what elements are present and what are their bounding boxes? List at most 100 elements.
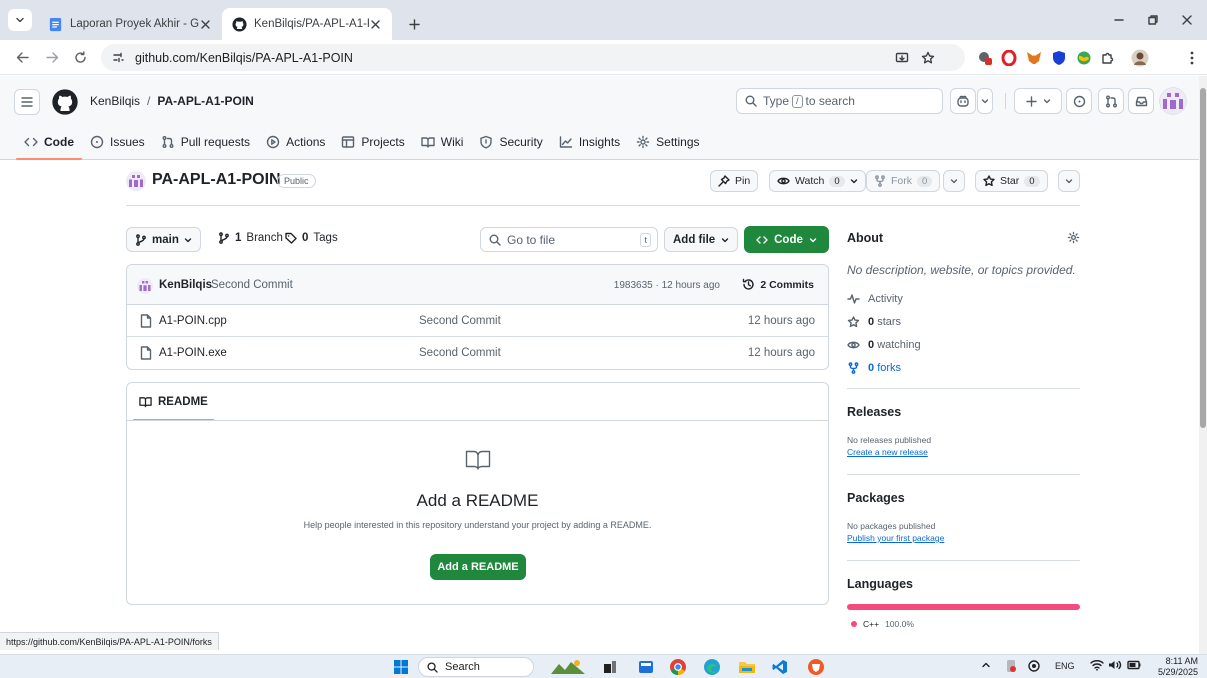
tab-code[interactable]: Code [16, 130, 82, 160]
extensions-puzzle-icon[interactable] [1098, 49, 1116, 67]
author-avatar[interactable] [137, 278, 153, 294]
tags-link[interactable]: 0 Tags [285, 232, 338, 244]
hamburger-menu-icon[interactable] [14, 89, 40, 115]
address-bar[interactable]: github.com/KenBilqis/PA-APL-A1-POIN [101, 44, 965, 71]
tab-actions[interactable]: Actions [258, 130, 333, 154]
profile-avatar[interactable] [1131, 49, 1149, 67]
fork-button[interactable]: Fork 0 [866, 170, 941, 192]
clock[interactable]: 8:11 AM 5/29/2025 [1150, 656, 1198, 678]
tab-search-icon[interactable] [8, 9, 32, 31]
tab-pull-requests[interactable]: Pull requests [153, 130, 258, 154]
stars-link[interactable]: 0 stars [847, 316, 901, 328]
add-readme-button[interactable]: Add a README [430, 554, 526, 580]
close-tab-icon[interactable] [199, 16, 212, 32]
packages-heading[interactable]: Packages [847, 491, 905, 505]
forks-link[interactable]: 0 forks [847, 362, 901, 374]
github-logo-icon[interactable] [52, 89, 78, 115]
windows-start-icon[interactable] [392, 658, 410, 676]
watch-button[interactable]: Watch 0 [769, 170, 866, 192]
go-to-file-input[interactable]: Go to file t [480, 227, 658, 252]
tray-app-icon[interactable] [1005, 659, 1017, 673]
commit-meta[interactable]: 1983635 · 12 hours ago [614, 280, 720, 291]
install-app-icon[interactable] [891, 47, 913, 69]
battery-icon[interactable] [1127, 660, 1141, 670]
metamask-icon[interactable] [1025, 49, 1043, 67]
new-tab-button[interactable] [403, 13, 425, 35]
close-window-icon[interactable] [1172, 8, 1202, 32]
repo-link[interactable]: PA-APL-A1-POIN [157, 94, 253, 108]
browser-tab-docs[interactable]: Laporan Proyek Akhir - Google [38, 8, 222, 40]
brave-icon[interactable] [807, 658, 825, 676]
tab-wiki[interactable]: Wiki [413, 130, 472, 154]
commits-link[interactable]: 2 Commits [742, 278, 814, 291]
create-release-link[interactable]: Create a new release [847, 447, 928, 457]
add-file-button[interactable]: Add file [664, 227, 739, 252]
star-dropdown-icon[interactable] [1058, 170, 1080, 192]
restore-icon[interactable] [1138, 8, 1168, 32]
file-explorer-icon[interactable] [738, 658, 756, 676]
readme-tab[interactable]: README [133, 383, 214, 421]
wifi-icon[interactable] [1090, 659, 1104, 671]
edge-icon[interactable] [703, 658, 721, 676]
search-input[interactable]: Type / to search [736, 88, 943, 114]
table-row[interactable]: A1-POIN.exe Second Commit 12 hours ago [127, 337, 828, 369]
site-settings-icon[interactable] [107, 47, 129, 69]
file-commit-message[interactable]: Second Commit [419, 347, 501, 359]
language-indicator[interactable]: ENG [1055, 661, 1075, 671]
minimize-icon[interactable] [1104, 8, 1134, 32]
create-new-button[interactable] [1014, 88, 1062, 114]
gear-icon[interactable] [1067, 231, 1080, 244]
language-item[interactable]: C++ 100.0% [851, 619, 914, 629]
copilot-icon[interactable] [950, 88, 976, 114]
task-view-icon[interactable] [601, 658, 619, 676]
vscode-icon[interactable] [771, 658, 789, 676]
forward-icon[interactable] [40, 45, 64, 69]
repo-name[interactable]: PA-APL-A1-POIN [152, 171, 281, 189]
app-icon[interactable] [637, 658, 655, 676]
table-row[interactable]: A1-POIN.cpp Second Commit 12 hours ago [127, 305, 828, 337]
shield-extension-icon[interactable] [1050, 49, 1068, 67]
watching-link[interactable]: 0 watching [847, 339, 921, 351]
globe-extension-icon[interactable] [1075, 49, 1093, 67]
file-commit-message[interactable]: Second Commit [419, 315, 501, 327]
owner-link[interactable]: KenBilqis [90, 94, 140, 108]
reload-icon[interactable] [68, 45, 92, 69]
opera-icon[interactable] [1000, 49, 1018, 67]
taskbar-search[interactable]: Search [418, 657, 534, 677]
inbox-icon[interactable] [1128, 88, 1154, 114]
menu-kebab-icon[interactable] [1183, 49, 1201, 67]
code-button[interactable]: Code [744, 226, 829, 253]
copilot-chevron-down-icon[interactable] [977, 88, 993, 114]
tab-security[interactable]: Security [471, 130, 550, 154]
user-avatar[interactable] [1159, 87, 1187, 115]
activity-link[interactable]: Activity [847, 293, 903, 305]
branch-select-button[interactable]: main [126, 227, 201, 252]
volume-icon[interactable] [1108, 659, 1122, 671]
extension-icon[interactable] [976, 49, 994, 67]
page-scrollbar[interactable] [1199, 76, 1207, 654]
weather-widget-icon[interactable] [548, 658, 588, 676]
commit-author[interactable]: KenBilqis [159, 279, 212, 291]
pin-button[interactable]: Pin [710, 170, 759, 192]
publish-package-link[interactable]: Publish your first package [847, 533, 944, 543]
bookmark-star-icon[interactable] [917, 47, 939, 69]
tab-settings[interactable]: Settings [628, 130, 707, 154]
tray-cloud-icon[interactable] [1027, 659, 1041, 673]
file-name[interactable]: A1-POIN.cpp [159, 315, 227, 327]
pull-requests-icon[interactable] [1098, 88, 1124, 114]
commit-message[interactable]: Second Commit [211, 279, 293, 291]
close-tab-icon[interactable] [369, 16, 382, 32]
star-button[interactable]: Star 0 [975, 170, 1048, 192]
chrome-icon[interactable] [669, 658, 687, 676]
releases-heading[interactable]: Releases [847, 405, 901, 419]
url-text[interactable]: github.com/KenBilqis/PA-APL-A1-POIN [135, 51, 353, 65]
repo-owner-avatar[interactable] [126, 171, 146, 191]
fork-dropdown-icon[interactable] [943, 170, 965, 192]
browser-tab-github[interactable]: KenBilqis/PA-APL-A1-POIN [222, 8, 392, 40]
file-name[interactable]: A1-POIN.exe [159, 347, 227, 359]
tab-insights[interactable]: Insights [551, 130, 628, 154]
back-icon[interactable] [10, 45, 34, 69]
show-hidden-icons[interactable] [981, 660, 991, 670]
tab-projects[interactable]: Projects [333, 130, 412, 154]
issues-icon[interactable] [1066, 88, 1092, 114]
